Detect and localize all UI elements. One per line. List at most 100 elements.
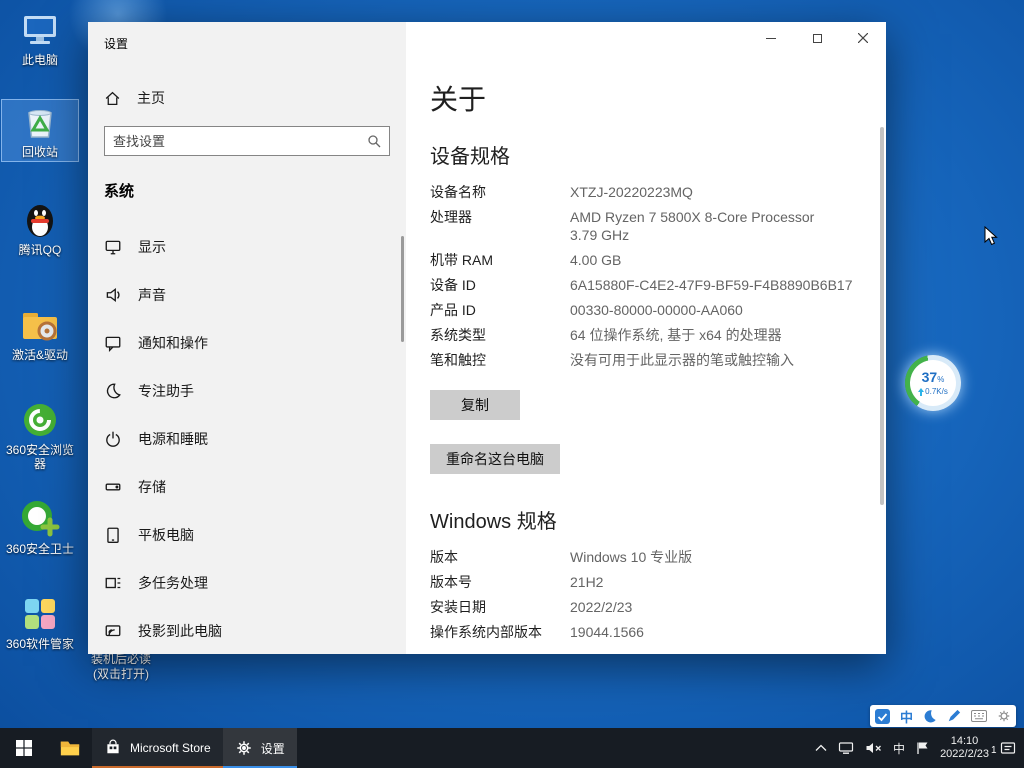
tray-ime-indicator[interactable]: 中 bbox=[893, 740, 905, 757]
sidebar-item-label: 通知和操作 bbox=[138, 333, 208, 353]
sidebar-item-label: 显示 bbox=[138, 237, 166, 257]
content-scrollbar[interactable] bbox=[880, 127, 884, 505]
spec-label: 设备 ID bbox=[430, 276, 570, 294]
microsoft-store-icon bbox=[104, 739, 122, 757]
minimize-button[interactable] bbox=[748, 22, 794, 54]
flag-icon[interactable] bbox=[916, 741, 929, 755]
multitask-icon bbox=[104, 574, 122, 592]
desktop-icon-qq[interactable]: 腾讯QQ bbox=[2, 198, 78, 259]
sidebar-item-sound[interactable]: 声音 bbox=[88, 272, 406, 318]
spec-row: 版本 Windows 10 专业版 bbox=[430, 548, 875, 566]
spec-row: 系统类型 64 位操作系统, 基于 x64 的处理器 bbox=[430, 326, 875, 344]
sidebar-item-label: 多任务处理 bbox=[138, 573, 208, 593]
sound-icon bbox=[104, 286, 122, 304]
desktop-icon-360-browser[interactable]: 360安全浏览器 bbox=[2, 398, 78, 473]
desktop-icon-360-safe[interactable]: 360安全卫士 bbox=[2, 497, 78, 558]
keyboard-icon[interactable] bbox=[971, 710, 987, 722]
search-icon[interactable] bbox=[367, 134, 381, 148]
spec-label: 机带 RAM bbox=[430, 251, 570, 269]
recycle-bin-icon bbox=[20, 102, 60, 142]
spec-row: 笔和触控 没有可用于此显示器的笔或触控输入 bbox=[430, 351, 875, 369]
sidebar-item-display[interactable]: 显示 bbox=[88, 224, 406, 270]
gear-icon bbox=[235, 739, 253, 757]
rename-pc-button[interactable]: 重命名这台电脑 bbox=[430, 444, 560, 474]
spec-row: 产品 ID 00330-80000-00000-AA060 bbox=[430, 301, 875, 319]
action-center-button[interactable]: 1 bbox=[1000, 741, 1016, 756]
sidebar-item-tablet[interactable]: 平板电脑 bbox=[88, 512, 406, 558]
taskbar-microsoft-store-button[interactable]: Microsoft Store bbox=[92, 728, 223, 768]
spec-label: 笔和触控 bbox=[430, 351, 570, 369]
display-icon bbox=[104, 238, 122, 256]
spec-value: 19044.1566 bbox=[570, 623, 875, 641]
spec-label: 设备名称 bbox=[430, 183, 570, 201]
spec-row: 设备名称 XTZJ-20220223MQ bbox=[430, 183, 875, 201]
start-button[interactable] bbox=[0, 728, 48, 768]
notifications-icon bbox=[104, 334, 122, 352]
desktop-icon-recycle-bin[interactable]: 回收站 bbox=[2, 100, 78, 161]
sidebar-item-label: 专注助手 bbox=[138, 381, 194, 401]
tray-clock[interactable]: 14:10 2022/2/23 bbox=[940, 735, 989, 761]
project-icon bbox=[104, 622, 122, 640]
pen-icon[interactable] bbox=[947, 709, 961, 723]
device-spec-heading: 设备规格 bbox=[430, 140, 510, 169]
desktop-icon-readme-label[interactable]: 装机后必读(双击打开) bbox=[84, 652, 158, 682]
spec-value: Windows 10 专业版 bbox=[570, 548, 875, 566]
desktop-icon-this-pc[interactable]: 此电脑 bbox=[2, 8, 78, 69]
spec-row: 处理器 AMD Ryzen 7 5800X 8-Core Processor 3… bbox=[430, 208, 875, 244]
file-explorer-button[interactable] bbox=[48, 728, 92, 768]
window-title: 设置 bbox=[104, 35, 128, 52]
tray-time: 14:10 bbox=[940, 735, 989, 748]
folder-icon bbox=[59, 737, 81, 759]
sidebar-item-projecting[interactable]: 投影到此电脑 bbox=[88, 608, 406, 654]
taskbar-settings-button[interactable]: 设置 bbox=[223, 728, 297, 768]
spec-value: 6A15880F-C4E2-47F9-BF59-F4B8890B6B17 bbox=[570, 276, 875, 294]
desktop-icon-label: 此电脑 bbox=[2, 53, 78, 67]
sidebar-item-storage[interactable]: 存储 bbox=[88, 464, 406, 510]
tray-expand-icon[interactable] bbox=[815, 744, 827, 752]
qq-icon bbox=[20, 200, 60, 240]
sidebar-item-label: 声音 bbox=[138, 285, 166, 305]
desktop-icon-360-software[interactable]: 360软件管家 bbox=[2, 592, 78, 653]
nav-items: 显示 声音 通知和操作 bbox=[88, 224, 406, 656]
search-input[interactable] bbox=[105, 134, 367, 149]
memory-percent: 37% bbox=[922, 370, 945, 387]
volume-muted-icon[interactable] bbox=[865, 741, 882, 755]
spec-value: 没有可用于此显示器的笔或触控输入 bbox=[570, 351, 875, 369]
this-pc-icon bbox=[20, 10, 60, 50]
check-icon[interactable] bbox=[875, 709, 890, 724]
copy-button[interactable]: 复制 bbox=[430, 390, 520, 420]
gear-icon[interactable] bbox=[997, 709, 1011, 723]
page-title: 关于 bbox=[430, 78, 486, 118]
sidebar-item-label: 电源和睡眠 bbox=[138, 429, 208, 449]
device-spec-rows: 设备名称 XTZJ-20220223MQ 处理器 AMD Ryzen 7 580… bbox=[430, 183, 875, 376]
nav-scrollbar[interactable] bbox=[401, 236, 404, 342]
spec-label: 版本号 bbox=[430, 573, 570, 591]
sidebar-item-label: 存储 bbox=[138, 477, 166, 497]
windows-spec-heading: Windows 规格 bbox=[430, 505, 557, 534]
settings-content-pane: 关于 设备规格 设备名称 XTZJ-20220223MQ 处理器 AMD Ryz… bbox=[406, 22, 886, 654]
sidebar-item-power-sleep[interactable]: 电源和睡眠 bbox=[88, 416, 406, 462]
ime-cn-indicator[interactable]: 中 bbox=[900, 707, 913, 726]
settings-nav-pane: 设置 主页 系统 bbox=[88, 22, 406, 654]
sidebar-item-focus-assist[interactable]: 专注助手 bbox=[88, 368, 406, 414]
sidebar-item-home[interactable]: 主页 bbox=[88, 80, 406, 116]
spec-label: 处理器 bbox=[430, 208, 570, 244]
network-icon[interactable] bbox=[838, 741, 854, 755]
desktop-icon-driver-folder[interactable]: 激活&驱动 bbox=[2, 303, 78, 364]
spec-row: 操作系统内部版本 19044.1566 bbox=[430, 623, 875, 641]
windows-logo-icon bbox=[16, 740, 32, 756]
sidebar-item-notifications[interactable]: 通知和操作 bbox=[88, 320, 406, 366]
sidebar-item-multitasking[interactable]: 多任务处理 bbox=[88, 560, 406, 606]
home-icon bbox=[104, 90, 121, 107]
spec-row: 安装日期 2022/2/23 bbox=[430, 598, 875, 616]
desktop-icon-label: 腾讯QQ bbox=[2, 243, 78, 257]
up-arrow-icon bbox=[918, 388, 924, 396]
browser-360-icon bbox=[20, 400, 60, 440]
360-float-ball[interactable]: 37% 0.7K/s bbox=[905, 355, 961, 411]
moon-icon[interactable] bbox=[923, 709, 937, 723]
sidebar-item-label: 投影到此电脑 bbox=[138, 621, 222, 641]
maximize-button[interactable] bbox=[794, 22, 840, 54]
close-button[interactable] bbox=[840, 22, 886, 54]
taskbar-settings-label: 设置 bbox=[261, 740, 285, 757]
mouse-cursor bbox=[984, 226, 998, 251]
